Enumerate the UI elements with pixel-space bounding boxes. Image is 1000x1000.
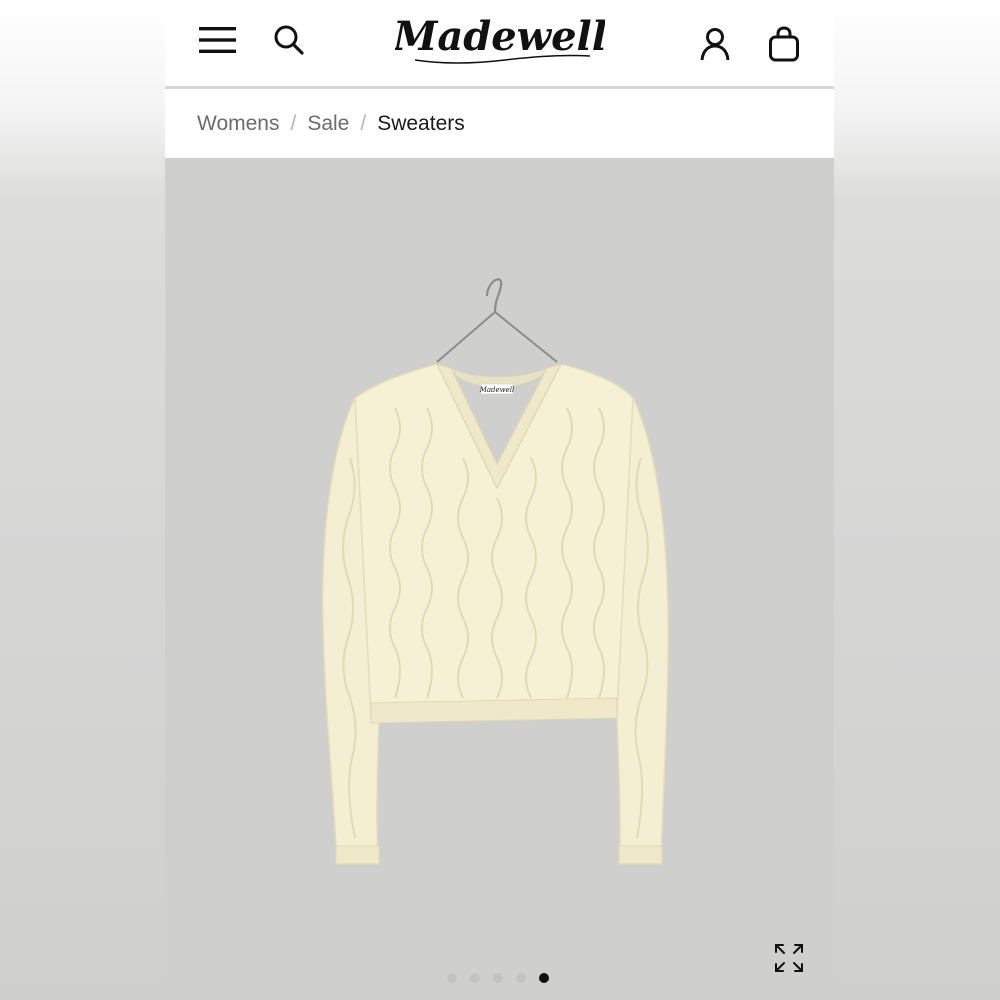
search-button[interactable]	[269, 20, 309, 60]
logo-text: Madewell	[395, 13, 605, 60]
product-gallery[interactable]: Madewell	[165, 158, 834, 1000]
site-header: Madewell	[165, 0, 834, 86]
bag-button[interactable]	[763, 22, 805, 66]
product-image[interactable]: Madewell	[165, 158, 834, 1000]
hamburger-menu-icon	[199, 27, 236, 53]
madewell-logo[interactable]: Madewell	[391, 10, 607, 72]
breadcrumb-item-sale[interactable]: Sale	[307, 112, 349, 136]
gallery-dot[interactable]	[493, 973, 503, 983]
breadcrumb-item-sweaters[interactable]: Sweaters	[377, 112, 465, 136]
breadcrumb-separator: /	[360, 111, 367, 135]
hanger-graphic	[436, 278, 558, 363]
menu-button[interactable]	[195, 20, 241, 60]
expand-image-button[interactable]	[771, 940, 807, 976]
gallery-dot-active[interactable]	[539, 973, 549, 983]
search-icon	[274, 25, 304, 55]
gallery-dot[interactable]	[516, 973, 526, 983]
expand-icon	[775, 944, 803, 972]
shopping-bag-icon	[769, 26, 799, 62]
gallery-pagination	[447, 973, 549, 983]
breadcrumb-separator: /	[290, 111, 297, 135]
garment-label: Madewell	[479, 386, 515, 394]
account-icon	[700, 28, 730, 61]
mobile-screen: Madewell Womens / Sale / Sweaters Madewe…	[165, 0, 834, 1000]
gallery-dot[interactable]	[447, 973, 457, 983]
breadcrumb-item-womens[interactable]: Womens	[197, 112, 279, 136]
breadcrumb: Womens / Sale / Sweaters	[165, 89, 834, 158]
gallery-dot[interactable]	[470, 973, 480, 983]
sweater-graphic: Madewell	[322, 363, 669, 865]
account-button[interactable]	[695, 24, 735, 64]
